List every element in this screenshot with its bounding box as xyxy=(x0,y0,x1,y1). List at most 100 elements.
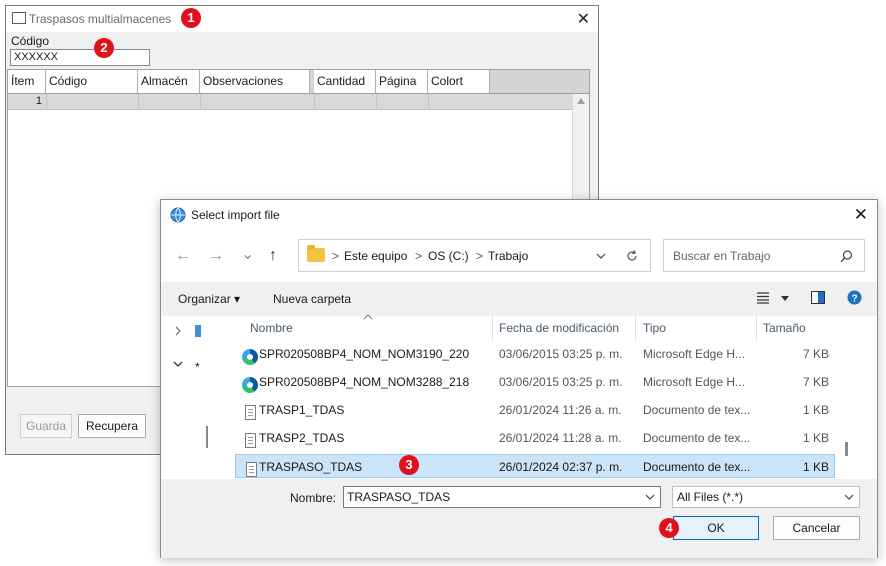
breadcrumb-this-pc[interactable]: Este equipo xyxy=(344,249,407,263)
window-title: Traspasos multialmacenes xyxy=(29,12,172,26)
col-code[interactable]: Código xyxy=(46,70,138,93)
help-icon[interactable]: ? xyxy=(847,290,862,305)
nav-pane-scrollbar[interactable] xyxy=(206,426,208,448)
file-name: TRASP1_TDAS xyxy=(259,403,345,417)
column-divider[interactable] xyxy=(756,316,757,340)
up-folder-icon[interactable]: ↑ xyxy=(269,247,277,265)
back-icon[interactable]: ← xyxy=(175,247,191,265)
cell-quantity[interactable] xyxy=(314,94,376,109)
nav-item-star-icon[interactable]: * xyxy=(195,360,200,374)
address-bar[interactable]: > Este equipo > OS (C:) > Trabajo xyxy=(298,239,651,272)
window-close-icon[interactable]: ✕ xyxy=(577,9,590,29)
expand-chevron-icon[interactable] xyxy=(174,326,182,336)
filename-label: Nombre: xyxy=(290,491,337,505)
breadcrumb-trabajo[interactable]: Trabajo xyxy=(488,249,528,263)
cell-color[interactable] xyxy=(428,94,572,109)
nav-item-icon[interactable] xyxy=(195,325,201,337)
file-type: Documento de tex... xyxy=(643,431,751,445)
recover-button[interactable]: Recupera xyxy=(78,414,146,438)
save-button[interactable]: Guarda xyxy=(20,414,72,438)
filename-dropdown-icon[interactable] xyxy=(645,494,655,501)
text-file-icon xyxy=(240,459,257,477)
file-type: Documento de tex... xyxy=(643,403,751,417)
organize-menu[interactable]: Organizar ▾ xyxy=(178,292,240,306)
edge-icon xyxy=(239,374,258,393)
file-date: 26/01/2024 11:28 a. m. xyxy=(499,431,622,445)
globe-icon xyxy=(170,207,186,223)
view-dropdown-icon[interactable] xyxy=(781,296,789,302)
text-file-icon xyxy=(239,402,256,420)
cell-page[interactable] xyxy=(376,94,428,109)
scroll-up-icon[interactable] xyxy=(577,98,585,104)
row-number: 1 xyxy=(35,95,42,107)
file-row[interactable]: TRASP2_TDAS 26/01/2024 11:28 a. m. Docum… xyxy=(235,426,835,450)
filename-input[interactable]: TRASPASO_TDAS xyxy=(343,486,661,508)
callout-3: 3 xyxy=(399,455,419,475)
column-divider[interactable] xyxy=(635,316,636,340)
ok-button[interactable]: OK xyxy=(673,516,759,540)
cell-warehouse[interactable] xyxy=(138,94,200,109)
file-size: 7 KB xyxy=(802,347,829,361)
col-quantity[interactable]: Cantidad xyxy=(314,70,376,93)
collapse-chevron-icon[interactable] xyxy=(173,360,183,368)
file-list-area: * Nombre Fecha de modificación Tipo Tama… xyxy=(161,314,877,479)
preview-pane-icon[interactable] xyxy=(811,291,825,304)
grid-row[interactable]: 1 xyxy=(8,94,572,110)
file-name: SPR020508BP4_NOM_NOM3288_218 xyxy=(259,375,470,389)
cell-code[interactable] xyxy=(46,94,138,109)
search-input[interactable]: Buscar en Trabajo xyxy=(663,239,865,272)
text-file-icon xyxy=(239,430,256,448)
search-icon[interactable] xyxy=(840,250,853,263)
col-page[interactable]: Página xyxy=(376,70,428,93)
file-date: 03/06/2015 03:25 p. m. xyxy=(499,347,623,361)
callout-1: 1 xyxy=(181,8,201,28)
file-row[interactable]: TRASP1_TDAS 26/01/2024 11:26 a. m. Docum… xyxy=(235,398,835,422)
col-observations[interactable]: Observaciones xyxy=(200,70,310,93)
file-date: 26/01/2024 11:26 a. m. xyxy=(499,403,622,417)
filter-dropdown-icon[interactable] xyxy=(844,494,854,501)
file-list-scrollbar[interactable] xyxy=(836,316,858,479)
col-name[interactable]: Nombre xyxy=(250,321,293,335)
recent-locations-icon[interactable]: ⌄ xyxy=(241,244,254,264)
file-type: Documento de tex... xyxy=(643,460,751,474)
scrollbar-thumb[interactable] xyxy=(845,442,848,456)
svg-text:?: ? xyxy=(851,294,857,305)
new-folder-button[interactable]: Nueva carpeta xyxy=(273,292,351,306)
breadcrumb-separator: > xyxy=(415,249,423,263)
filename-value: TRASPASO_TDAS xyxy=(347,490,451,504)
file-name: SPR020508BP4_NOM_NOM3190_220 xyxy=(259,347,470,361)
grid-header: Ítem Código Almacén Observaciones Cantid… xyxy=(8,70,589,94)
file-size: 1 KB xyxy=(802,460,829,474)
callout-2: 2 xyxy=(94,38,114,58)
file-size: 7 KB xyxy=(802,375,829,389)
file-row[interactable]: SPR020508BP4_NOM_NOM3190_220 03/06/2015 … xyxy=(235,342,835,366)
dialog-close-icon[interactable]: ✕ xyxy=(854,205,868,225)
file-row[interactable]: SPR020508BP4_NOM_NOM3288_218 03/06/2015 … xyxy=(235,370,835,394)
file-size: 1 KB xyxy=(802,403,829,417)
col-color[interactable]: Colort xyxy=(428,70,490,93)
file-size: 1 KB xyxy=(802,431,829,445)
refresh-icon[interactable] xyxy=(625,249,639,263)
file-date: 26/01/2024 02:37 p. m. xyxy=(499,460,623,474)
forward-icon[interactable]: → xyxy=(208,247,224,265)
code-input[interactable]: XXXXXX xyxy=(10,49,150,66)
address-dropdown-icon[interactable] xyxy=(596,252,606,260)
cancel-button[interactable]: Cancelar xyxy=(773,516,860,540)
col-size[interactable]: Tamaño xyxy=(763,321,806,335)
col-date-modified[interactable]: Fecha de modificación xyxy=(499,321,619,335)
breadcrumb-separator: > xyxy=(332,249,340,263)
file-type: Microsoft Edge H... xyxy=(643,347,746,361)
file-type-filter[interactable]: All Files (*.*) xyxy=(672,486,860,508)
folder-icon xyxy=(307,245,325,262)
cell-observations[interactable] xyxy=(200,94,310,109)
breadcrumb-separator: > xyxy=(476,249,484,263)
view-options-icon[interactable] xyxy=(757,292,771,304)
col-item[interactable]: Ítem xyxy=(8,70,46,93)
col-type[interactable]: Tipo xyxy=(643,321,666,335)
col-warehouse[interactable]: Almacén xyxy=(138,70,200,93)
breadcrumb-drive[interactable]: OS (C:) xyxy=(428,249,469,263)
dialog-title: Select import file xyxy=(191,208,280,222)
column-divider[interactable] xyxy=(492,316,493,340)
file-row-selected[interactable]: TRASPASO_TDAS 26/01/2024 02:37 p. m. Doc… xyxy=(235,454,835,478)
window-titlebar: Traspasos multialmacenes ✕ xyxy=(6,6,598,32)
